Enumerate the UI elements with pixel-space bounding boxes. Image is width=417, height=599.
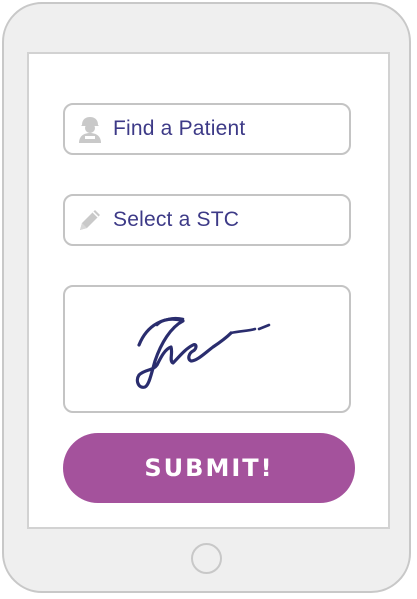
find-patient-label: Find a Patient [113, 117, 246, 140]
signature-pad[interactable] [63, 285, 351, 413]
select-stc-label: Select a STC [113, 208, 240, 231]
find-patient-field[interactable]: Find a Patient [63, 103, 351, 155]
signature-scribble [135, 316, 271, 389]
select-stc-field[interactable]: Select a STC [63, 194, 351, 246]
submit-button[interactable]: SUBMIT! [63, 433, 355, 503]
pencil-icon [75, 205, 105, 235]
home-button[interactable] [191, 543, 222, 574]
patient-icon [75, 114, 105, 144]
